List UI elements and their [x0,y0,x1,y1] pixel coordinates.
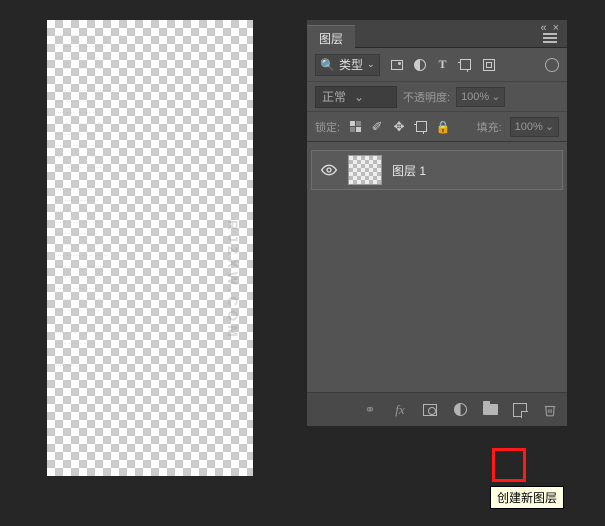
filter-pixel-icon[interactable] [390,58,404,72]
layer-thumbnail[interactable] [348,155,382,185]
layers-panel-footer: ⚭ fx [307,392,567,426]
lock-pixels-icon[interactable]: ✐ [370,120,384,134]
link-layers-icon[interactable]: ⚭ [361,401,379,419]
fill-label: 填充: [477,119,502,135]
adjustment-layer-icon[interactable] [451,401,469,419]
opacity-input[interactable]: 100% ⌄ [456,87,505,107]
lock-label: 锁定: [315,119,340,135]
fill-input[interactable]: 100% ⌄ [510,117,559,137]
layer-row[interactable]: 图层 1 [311,150,563,190]
filter-adjustment-icon[interactable] [413,58,427,72]
visibility-toggle-icon[interactable] [320,161,338,179]
filter-shape-icon[interactable] [459,58,473,72]
lock-position-icon[interactable]: ✥ [392,120,406,134]
layer-mask-icon[interactable] [421,401,439,419]
delete-layer-icon[interactable] [541,401,559,419]
lock-artboard-icon[interactable] [414,120,428,134]
opacity-label: 不透明度: [403,89,450,105]
chevron-down-icon: ⌄ [491,90,500,103]
lock-fill-row: 锁定: ✐ ✥ 🔒 填充: 100% ⌄ [307,112,567,142]
chevron-down-icon: ⌄ [354,90,364,104]
layer-style-icon[interactable]: fx [391,401,409,419]
blend-mode-select[interactable]: 正常 ⌄ [315,86,397,108]
panel-tab-bar: 图层 [307,20,567,48]
panel-menu-icon[interactable] [533,32,567,46]
filter-text-icon[interactable]: T [436,58,450,72]
search-icon: 🔍 [320,58,335,72]
layers-panel: « × 图层 🔍 类型 ⌄ T 正常 ⌄ 不透明度: 100% ⌄ [307,20,567,426]
layer-name-label[interactable]: 图层 1 [392,162,426,179]
watermark-text: RJZXW.COM [225,220,241,341]
opacity-value: 100% [461,91,489,103]
lock-transparency-icon[interactable] [348,120,362,134]
fill-value: 100% [515,121,543,133]
filter-type-label: 类型 [339,56,363,73]
filter-toggle-switch[interactable] [545,58,559,72]
layer-group-icon[interactable] [481,401,499,419]
blend-opacity-row: 正常 ⌄ 不透明度: 100% ⌄ [307,82,567,112]
blend-mode-value: 正常 [322,88,346,105]
new-layer-tooltip: 创建新图层 [490,486,564,509]
chevron-down-icon: ⌄ [367,59,375,70]
document-canvas[interactable]: ............ .......... ........ ..... .… [47,20,253,476]
filter-type-dropdown[interactable]: 🔍 类型 ⌄ [315,54,380,76]
chevron-down-icon: ⌄ [545,120,554,133]
canvas-phantom-text: ............ .......... ........ ..... .… [47,20,130,377]
layer-list[interactable]: 图层 1 [307,142,567,392]
highlight-annotation [492,448,526,482]
new-layer-icon[interactable] [511,401,529,419]
filter-smartobject-icon[interactable] [482,58,496,72]
transparency-checker: ............ .......... ........ ..... .… [47,20,253,476]
layer-filter-row: 🔍 类型 ⌄ T [307,48,567,82]
lock-all-icon[interactable]: 🔒 [436,120,450,134]
